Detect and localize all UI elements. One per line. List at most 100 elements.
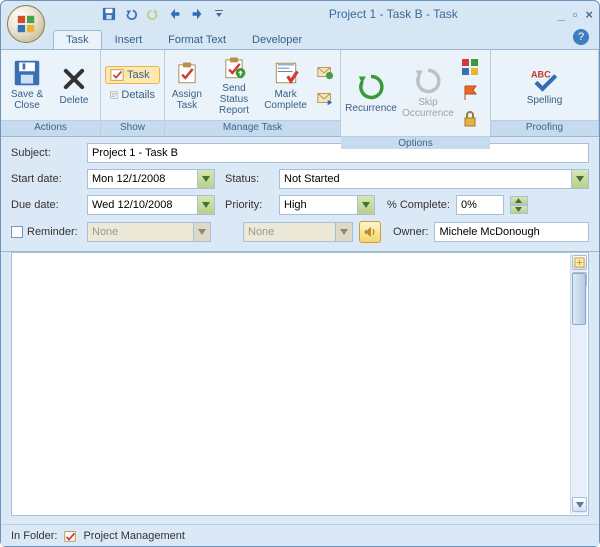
close-button[interactable]: × bbox=[585, 7, 593, 22]
window-title: Project 1 - Task B - Task bbox=[229, 7, 558, 21]
group-show: Task Details Show bbox=[101, 50, 165, 136]
window-controls: _ ▫ × bbox=[558, 7, 593, 22]
start-date-label: Start date: bbox=[11, 173, 81, 185]
subject-input[interactable] bbox=[87, 143, 589, 163]
spin-down-icon[interactable] bbox=[510, 205, 528, 214]
task-form: Subject: Start date: Mon 12/1/2008 Statu… bbox=[1, 137, 599, 252]
recurrence-icon bbox=[357, 73, 385, 101]
due-date-combo[interactable]: Wed 12/10/2008 bbox=[87, 195, 215, 215]
assign-task-button[interactable]: Assign Task bbox=[167, 52, 207, 118]
followup-icon[interactable] bbox=[459, 82, 481, 104]
recurrence-button[interactable]: Recurrence bbox=[343, 60, 399, 126]
delete-icon bbox=[60, 65, 88, 93]
spin-up-icon[interactable] bbox=[510, 196, 528, 205]
group-label-show: Show bbox=[101, 120, 164, 136]
delete-button[interactable]: Delete bbox=[53, 52, 95, 118]
reply-icon[interactable] bbox=[314, 61, 336, 83]
folder-task-icon bbox=[63, 529, 77, 543]
show-task-button[interactable]: Task bbox=[105, 66, 160, 84]
task-window: Project 1 - Task B - Task _ ▫ × Task Ins… bbox=[0, 0, 600, 547]
forward-icon[interactable] bbox=[314, 87, 336, 109]
options-extra bbox=[457, 52, 483, 134]
reminder-sound-button[interactable] bbox=[359, 221, 381, 243]
office-button[interactable] bbox=[7, 5, 45, 43]
ribbon: Save & Close Delete Actions Task Details bbox=[1, 49, 599, 137]
folder-name: Project Management bbox=[83, 530, 185, 542]
chevron-down-icon bbox=[193, 223, 210, 241]
maximize-button[interactable]: ▫ bbox=[573, 7, 578, 22]
mark-complete-icon bbox=[272, 59, 300, 87]
task-body-textarea[interactable] bbox=[11, 252, 589, 516]
qat-redo-button[interactable] bbox=[143, 4, 163, 24]
status-bar: In Folder: Project Management bbox=[1, 524, 599, 546]
group-label-proofing: Proofing bbox=[491, 120, 598, 136]
task-icon bbox=[110, 68, 124, 82]
pct-complete-label: % Complete: bbox=[387, 199, 450, 211]
scroll-down-icon[interactable] bbox=[572, 497, 587, 512]
details-icon bbox=[110, 88, 118, 102]
pct-complete-spinner[interactable] bbox=[510, 196, 528, 214]
send-status-report-button[interactable]: Send Status Report bbox=[209, 52, 259, 118]
owner-field: Michele McDonough bbox=[434, 222, 589, 242]
group-label-actions: Actions bbox=[1, 120, 100, 136]
priority-label: Priority: bbox=[225, 199, 273, 211]
tab-insert[interactable]: Insert bbox=[102, 30, 156, 49]
mark-complete-button[interactable]: Mark Complete bbox=[261, 52, 310, 118]
status-label: Status: bbox=[225, 173, 273, 185]
vertical-scrollbar[interactable] bbox=[570, 254, 587, 514]
ribbon-tabs: Task Insert Format Text Developer ? bbox=[1, 27, 599, 49]
minimize-button[interactable]: _ bbox=[558, 7, 565, 22]
task-body-area bbox=[1, 252, 599, 524]
save-close-button[interactable]: Save & Close bbox=[3, 52, 51, 118]
qat-save-button[interactable] bbox=[99, 4, 119, 24]
tab-task[interactable]: Task bbox=[53, 30, 102, 49]
chevron-down-icon bbox=[335, 223, 352, 241]
group-label-options: Options bbox=[341, 136, 490, 149]
status-combo[interactable]: Not Started bbox=[279, 169, 589, 189]
quick-access-toolbar bbox=[99, 4, 229, 24]
scroll-options-icon[interactable] bbox=[572, 255, 587, 270]
group-actions: Save & Close Delete Actions bbox=[1, 50, 101, 136]
tab-format-text[interactable]: Format Text bbox=[155, 30, 239, 49]
categorize-icon[interactable] bbox=[459, 56, 481, 78]
skip-occurrence-button: Skip Occurrence bbox=[401, 60, 455, 126]
reminder-date-combo: None bbox=[87, 222, 211, 242]
group-proofing: ABC Spelling Proofing bbox=[491, 50, 599, 136]
manage-extra bbox=[312, 57, 338, 113]
private-icon[interactable] bbox=[459, 108, 481, 130]
svg-text:ABC: ABC bbox=[531, 69, 551, 79]
group-options: Recurrence Skip Occurrence Options bbox=[341, 50, 491, 136]
chevron-down-icon bbox=[197, 196, 214, 214]
start-date-combo[interactable]: Mon 12/1/2008 bbox=[87, 169, 215, 189]
qat-undo-button[interactable] bbox=[121, 4, 141, 24]
spelling-button[interactable]: ABC Spelling bbox=[521, 52, 569, 118]
group-label-manage: Manage Task bbox=[165, 120, 340, 136]
group-manage-task: Assign Task Send Status Report Mark Comp… bbox=[165, 50, 341, 136]
pct-complete-input[interactable]: 0% bbox=[456, 195, 504, 215]
chevron-down-icon bbox=[357, 196, 374, 214]
scroll-thumb[interactable] bbox=[572, 273, 586, 325]
sound-icon bbox=[363, 225, 377, 239]
priority-combo[interactable]: High bbox=[279, 195, 375, 215]
in-folder-label: In Folder: bbox=[11, 530, 57, 542]
reminder-checkbox[interactable] bbox=[11, 226, 23, 238]
spelling-icon: ABC bbox=[531, 65, 559, 93]
qat-next-button[interactable] bbox=[187, 4, 207, 24]
show-details-button[interactable]: Details bbox=[105, 86, 160, 104]
due-date-label: Due date: bbox=[11, 199, 81, 211]
help-icon[interactable]: ? bbox=[573, 29, 589, 45]
save-icon bbox=[13, 59, 41, 87]
chevron-down-icon bbox=[571, 170, 588, 188]
owner-label: Owner: bbox=[393, 226, 428, 238]
assign-task-icon bbox=[173, 59, 201, 87]
tab-developer[interactable]: Developer bbox=[239, 30, 315, 49]
subject-label: Subject: bbox=[11, 147, 81, 159]
qat-prev-button[interactable] bbox=[165, 4, 185, 24]
send-status-icon bbox=[220, 55, 248, 81]
title-bar: Project 1 - Task B - Task _ ▫ × bbox=[1, 1, 599, 27]
reminder-time-combo: None bbox=[243, 222, 353, 242]
qat-customize-button[interactable] bbox=[209, 4, 229, 24]
reminder-label: Reminder: bbox=[27, 226, 78, 238]
skip-icon bbox=[414, 67, 442, 95]
chevron-down-icon bbox=[197, 170, 214, 188]
